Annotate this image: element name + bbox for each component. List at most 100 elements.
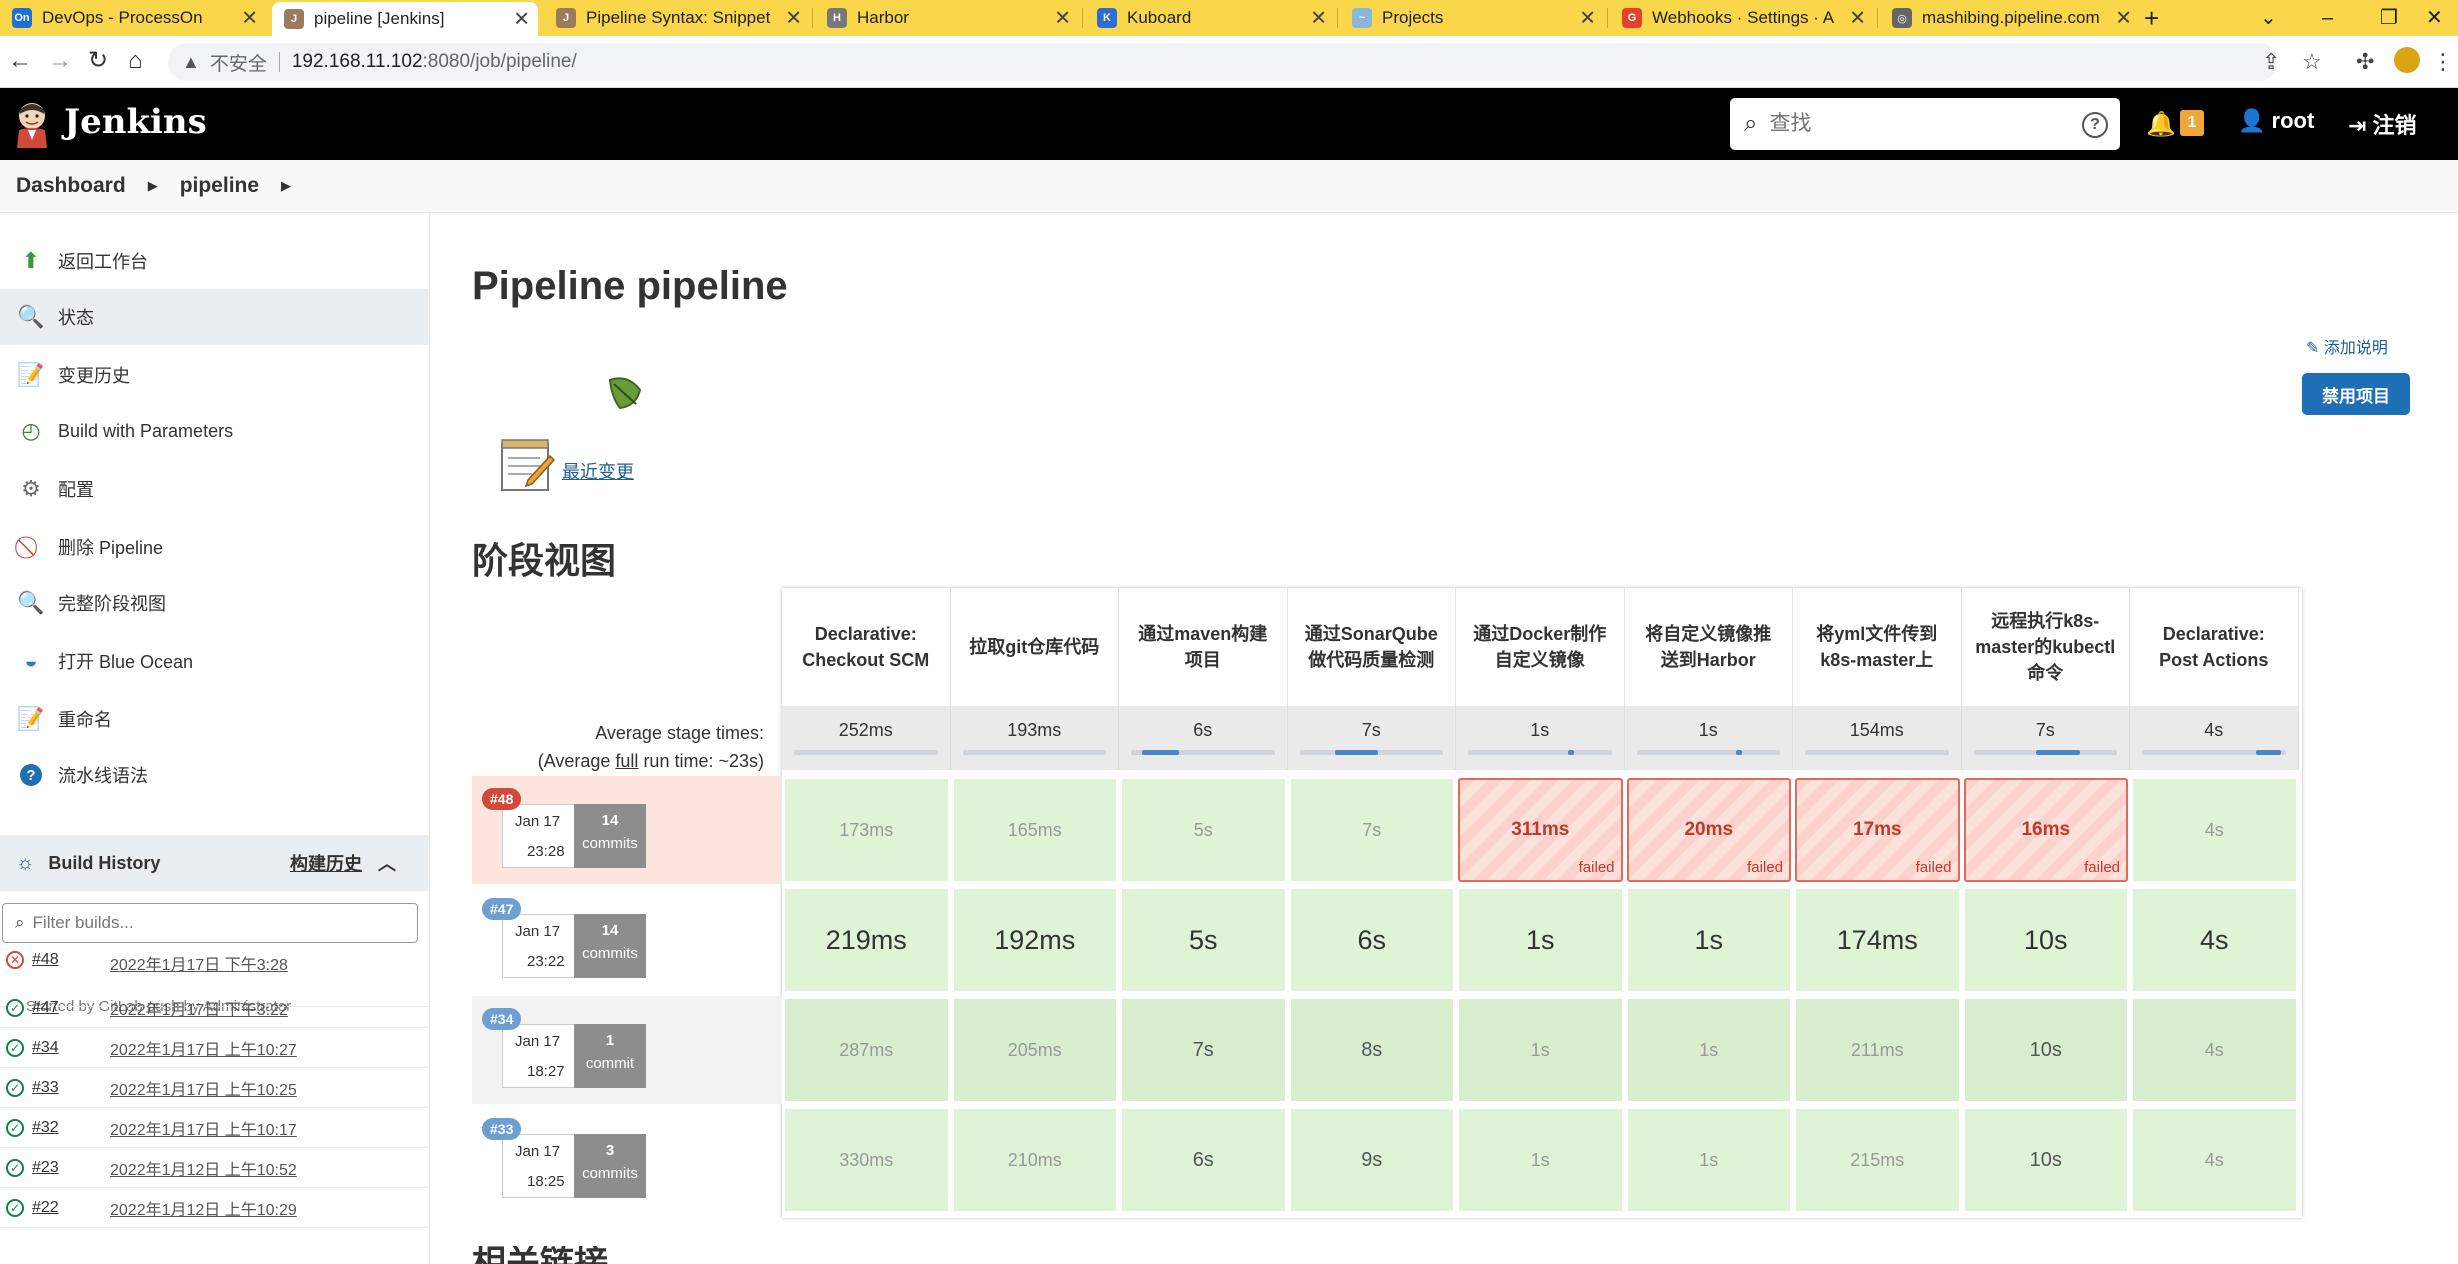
stage-cell[interactable]: 5s: [1121, 888, 1286, 992]
stage-cell[interactable]: 4s: [2132, 998, 2297, 1102]
build-date-link[interactable]: 2022年1月12日 上午10:52: [110, 1156, 297, 1180]
stage-cell[interactable]: 6s: [1121, 1108, 1286, 1212]
stage-cell[interactable]: 10s: [1963, 998, 2128, 1102]
filter-builds-input[interactable]: [32, 913, 393, 933]
stage-cell[interactable]: 1s: [1458, 888, 1623, 992]
share-icon[interactable]: ⇪: [2262, 49, 2280, 75]
build-number-badge[interactable]: #48: [482, 788, 522, 810]
jenkins-title[interactable]: Jenkins: [64, 102, 207, 142]
build-number-link[interactable]: #22: [32, 1199, 110, 1217]
stage-cell[interactable]: 1s: [1458, 1108, 1623, 1212]
avg-full-link[interactable]: full: [615, 751, 638, 771]
sidebar-item[interactable]: 📝 变更历史: [0, 347, 429, 403]
sidebar-item[interactable]: 📝 重命名: [0, 691, 429, 747]
breadcrumb-chevron-icon[interactable]: ▶: [148, 178, 158, 194]
stage-cell[interactable]: 10s: [1963, 1108, 2128, 1212]
browser-tab[interactable]: On DevOps - ProcessOn ✕: [0, 0, 266, 36]
tab-close-icon[interactable]: ✕: [1310, 6, 1327, 31]
stage-cell[interactable]: 215ms: [1795, 1108, 1960, 1212]
build-number-link[interactable]: #32: [32, 1119, 110, 1137]
search-box[interactable]: ⌕ ?: [1730, 98, 2120, 150]
close-window-icon[interactable]: ✕: [2426, 0, 2443, 36]
build-date-link[interactable]: 2022年1月17日 下午3:28: [110, 951, 288, 975]
build-number-link[interactable]: #47: [32, 999, 110, 1017]
build-number-badge[interactable]: #47: [482, 898, 522, 920]
stage-cell[interactable]: 210ms: [952, 1108, 1117, 1212]
browser-tab[interactable]: K Kuboard ✕: [1085, 0, 1335, 36]
browser-tab[interactable]: G Webhooks · Settings · A ✕: [1610, 0, 1874, 36]
stage-cell[interactable]: 7s: [1121, 998, 1286, 1102]
build-date-link[interactable]: 2022年1月17日 下午3:22: [110, 996, 288, 1020]
stage-cell-failed[interactable]: 20ms failed: [1626, 778, 1791, 882]
browser-tab[interactable]: Jpipeline [Jenkins] ✕: [272, 2, 538, 36]
stage-cell[interactable]: 4s: [2132, 888, 2297, 992]
search-input[interactable]: [1769, 112, 2050, 136]
restore-icon[interactable]: ❐: [2380, 0, 2398, 36]
home-icon[interactable]: ⌂: [128, 46, 143, 76]
stage-cell[interactable]: 287ms: [784, 998, 949, 1102]
build-date-link[interactable]: 2022年1月17日 上午10:17: [110, 1116, 297, 1140]
logout-link[interactable]: ⇥ 注销: [2348, 108, 2417, 140]
commits-badge[interactable]: 1 commit: [574, 1024, 646, 1088]
forward-icon[interactable]: →: [48, 46, 72, 76]
commits-badge[interactable]: 3 commits: [574, 1134, 646, 1198]
profile-avatar-icon[interactable]: [2394, 47, 2420, 73]
url-input[interactable]: ▲ 不安全 192.168.11.102:8080/job/pipeline/: [168, 43, 2278, 81]
sidebar-item[interactable]: ⚙ 配置: [0, 461, 429, 517]
build-date-link[interactable]: 2022年1月12日 上午10:29: [110, 1196, 297, 1220]
stage-cell[interactable]: 205ms: [952, 998, 1117, 1102]
stage-cell-failed[interactable]: 311ms failed: [1458, 778, 1623, 882]
stage-cell[interactable]: 1s: [1626, 1108, 1791, 1212]
stage-cell[interactable]: 1s: [1626, 998, 1791, 1102]
browser-tab[interactable]: H Harbor ✕: [815, 0, 1079, 36]
bookmark-star-icon[interactable]: ☆: [2302, 49, 2322, 75]
build-number-link[interactable]: #33: [32, 1079, 110, 1097]
build-history-row[interactable]: ✓ #23 2022年1月12日 上午10:52: [0, 1148, 429, 1188]
build-history-row[interactable]: ✓ #34 2022年1月17日 上午10:27: [0, 1028, 429, 1068]
notification-count-badge[interactable]: 1: [2180, 110, 2204, 136]
add-description-link[interactable]: ✎ 添加说明: [2306, 334, 2388, 358]
stage-cell-failed[interactable]: 16ms failed: [1963, 778, 2128, 882]
new-tab-button[interactable]: +: [2144, 0, 2159, 36]
recent-changes-link[interactable]: 最近变更: [562, 458, 634, 484]
tab-close-icon[interactable]: ✕: [785, 6, 802, 31]
sidebar-item[interactable]: ◒ 打开 Blue Ocean: [0, 633, 429, 689]
stage-cell[interactable]: 174ms: [1795, 888, 1960, 992]
tab-close-icon[interactable]: ✕: [1579, 6, 1596, 31]
breadcrumb-chevron-icon[interactable]: ▶: [281, 178, 291, 194]
sidebar-item[interactable]: 🔍 状态: [0, 289, 429, 345]
stage-cell[interactable]: 4s: [2132, 778, 2297, 882]
stage-cell[interactable]: 1s: [1626, 888, 1791, 992]
collapse-chevron-icon[interactable]: ︿: [378, 850, 396, 876]
build-number-link[interactable]: #48: [32, 951, 110, 969]
tab-close-icon[interactable]: ✕: [241, 6, 258, 31]
build-date-link[interactable]: 2022年1月17日 上午10:27: [110, 1036, 297, 1060]
stage-cell[interactable]: 330ms: [784, 1108, 949, 1212]
filter-builds-box[interactable]: ⌕: [2, 903, 418, 943]
stage-cell[interactable]: 4s: [2132, 1108, 2297, 1212]
sidebar-item[interactable]: ◴ Build with Parameters: [0, 403, 429, 459]
browser-tab[interactable]: ~ Projects ✕: [1340, 0, 1604, 36]
sidebar-item[interactable]: 🔍 完整阶段视图: [0, 575, 429, 631]
menu-icon[interactable]: ⋮: [2432, 49, 2454, 75]
browser-tab[interactable]: ◎ mashibing.pipeline.com ✕: [1880, 0, 2140, 36]
notification-bell-icon[interactable]: 🔔: [2146, 110, 2176, 139]
tab-close-icon[interactable]: ✕: [513, 7, 530, 32]
tab-close-icon[interactable]: ✕: [1054, 6, 1071, 31]
build-date-link[interactable]: 2022年1月17日 上午10:25: [110, 1076, 297, 1100]
stage-cell[interactable]: 1s: [1458, 998, 1623, 1102]
build-number-badge[interactable]: #33: [482, 1118, 522, 1140]
jenkins-logo-icon[interactable]: [14, 100, 50, 148]
disable-project-button[interactable]: 禁用项目: [2302, 373, 2410, 415]
build-number-badge[interactable]: #34: [482, 1008, 522, 1030]
tab-close-icon[interactable]: ✕: [2115, 6, 2132, 31]
commits-badge[interactable]: 14 commits: [574, 804, 646, 868]
stage-cell[interactable]: 219ms: [784, 888, 949, 992]
commits-badge[interactable]: 14 commits: [574, 914, 646, 978]
build-trend-link[interactable]: 构建历史: [290, 850, 362, 876]
stage-cell[interactable]: 6s: [1289, 888, 1454, 992]
build-history-row[interactable]: ✓ #32 2022年1月17日 上午10:17: [0, 1108, 429, 1148]
build-history-row[interactable]: ✓ #33 2022年1月17日 上午10:25: [0, 1068, 429, 1108]
stage-cell[interactable]: 7s: [1289, 778, 1454, 882]
browser-tab[interactable]: J Pipeline Syntax: Snippet ✕: [544, 0, 810, 36]
